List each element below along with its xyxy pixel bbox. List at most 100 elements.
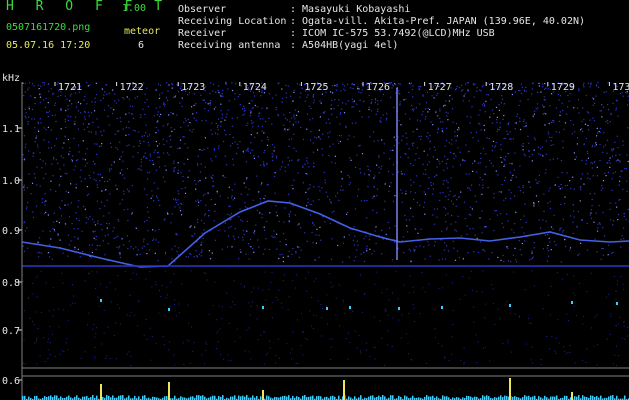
noise-dot: [139, 142, 141, 144]
noise-dot: [244, 109, 246, 112]
noise-dot: [525, 122, 527, 124]
noise-dot: [401, 192, 403, 194]
noise-dot: [530, 258, 532, 260]
noise-dot: [43, 99, 45, 101]
noise-dot: [284, 129, 286, 131]
noise-dot: [383, 152, 385, 154]
noise-dot: [191, 326, 193, 328]
noise-dot: [507, 153, 509, 155]
noise-dot: [602, 180, 605, 182]
noise-dot: [23, 250, 25, 252]
noise-dot: [166, 294, 168, 296]
noise-dot: [616, 283, 618, 285]
noise-dot: [608, 159, 610, 162]
noise-dot: [615, 160, 617, 162]
noise-dot: [158, 229, 160, 231]
noise-dot: [117, 148, 119, 150]
noise-dot: [48, 147, 50, 149]
noise-dot: [588, 129, 590, 131]
noise-dot: [276, 215, 278, 217]
noise-dot: [506, 300, 508, 302]
noise-dot: [64, 136, 66, 138]
noise-dot: [307, 162, 309, 164]
noise-dot: [610, 315, 612, 317]
noise-dot: [155, 195, 158, 197]
noise-dot: [627, 335, 628, 337]
noise-dot: [607, 254, 609, 256]
noise-dot: [470, 270, 472, 272]
noise-dot: [257, 239, 259, 241]
noise-dot: [435, 111, 437, 113]
noise-dot: [476, 362, 478, 364]
noise-dot: [245, 150, 247, 152]
noise-dot: [271, 159, 274, 161]
noise-dot: [146, 339, 148, 340]
noise-dot: [411, 143, 413, 145]
noise-dot: [446, 158, 448, 161]
noise-dot: [292, 123, 294, 125]
noise-dot: [193, 256, 195, 258]
noise-dot: [495, 106, 498, 108]
noise-dot: [293, 116, 295, 118]
level-bar: [320, 396, 322, 400]
noise-dot: [126, 353, 128, 355]
noise-dot: [277, 338, 279, 340]
noise-dot: [444, 104, 446, 106]
noise-dot: [323, 171, 325, 173]
noise-dot: [24, 363, 26, 365]
noise-dot: [472, 227, 474, 230]
noise-dot: [234, 197, 236, 199]
noise-dot: [518, 186, 520, 188]
noise-dot: [253, 287, 255, 289]
noise-dot: [51, 163, 53, 165]
noise-dot: [551, 336, 553, 338]
noise-dot: [306, 113, 308, 115]
level-bar: [444, 396, 446, 400]
noise-dot: [499, 122, 501, 124]
noise-dot: [287, 255, 289, 257]
noise-dot: [311, 296, 313, 298]
noise-dot: [472, 162, 474, 164]
noise-dot: [232, 301, 234, 303]
noise-dot: [619, 160, 621, 162]
noise-dot: [323, 112, 325, 114]
noise-dot: [533, 203, 535, 205]
noise-dot: [519, 100, 521, 102]
noise-dot: [147, 178, 149, 180]
noise-dot: [416, 201, 418, 204]
noise-dot: [427, 241, 429, 243]
noise-dot: [217, 341, 219, 343]
noise-dot: [231, 189, 233, 191]
noise-dot: [572, 232, 574, 234]
noise-dot: [492, 140, 494, 142]
noise-dot: [512, 254, 514, 256]
level-bar: [304, 395, 306, 400]
level-bar: [412, 395, 414, 400]
noise-dot: [123, 177, 126, 179]
noise-dot: [313, 162, 315, 164]
noise-dot: [65, 190, 67, 192]
noise-dot: [94, 224, 97, 226]
noise-dot: [553, 120, 555, 122]
noise-dot: [365, 235, 367, 237]
noise-dot: [454, 194, 456, 196]
noise-dot: [29, 317, 31, 319]
noise-dot: [392, 149, 394, 151]
noise-dot: [118, 245, 121, 248]
noise-dot: [45, 97, 47, 99]
noise-dot: [481, 179, 484, 181]
noise-dot: [419, 313, 421, 315]
noise-dot: [401, 139, 403, 142]
noise-dot: [195, 200, 197, 202]
noise-dot: [40, 122, 42, 124]
noise-dot: [444, 258, 446, 260]
noise-dot: [217, 330, 219, 332]
noise-dot: [428, 161, 430, 163]
noise-dot: [411, 108, 413, 110]
noise-dot: [230, 218, 232, 220]
noise-dot: [70, 93, 72, 95]
noise-dot: [274, 192, 276, 194]
noise-dot: [374, 347, 376, 349]
noise-dot: [500, 156, 502, 159]
noise-dot: [547, 131, 549, 133]
